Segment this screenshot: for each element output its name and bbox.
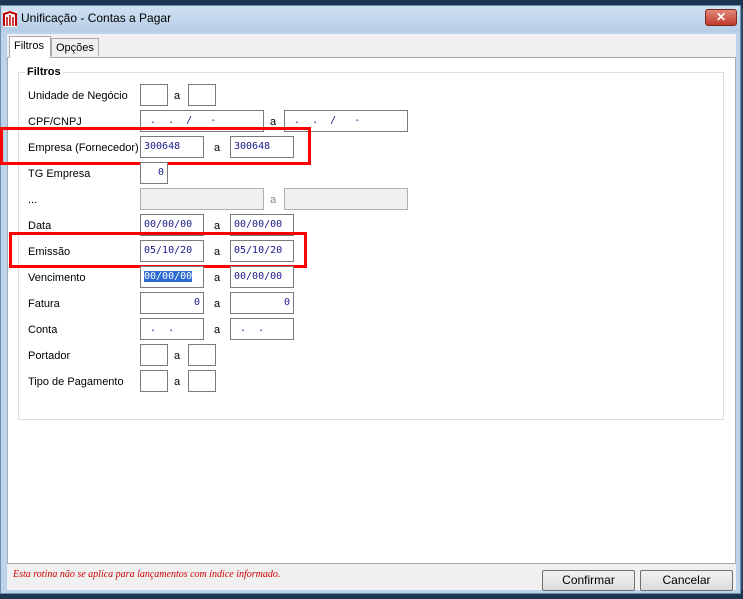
fatura-from-input[interactable]: 0 (140, 292, 204, 314)
title-bar[interactable]: Unificação - Contas a Pagar ✕ (1, 6, 740, 32)
tipo-pagamento-label: Tipo de Pagamento (28, 376, 124, 388)
generic-filter-from-input (140, 188, 264, 210)
conta-label: Conta (28, 324, 58, 336)
vencimento-from-input[interactable]: 00/00/00 (140, 266, 204, 288)
range-separator: a (214, 324, 221, 336)
conta-from-input[interactable]: . . (140, 318, 204, 340)
fatura-label: Fatura (28, 298, 60, 310)
portador-label: Portador (28, 350, 71, 362)
generic-filter-to-input (284, 188, 408, 210)
portador-from-input[interactable] (140, 344, 168, 366)
range-separator: a (270, 194, 277, 206)
range-separator: a (174, 350, 181, 362)
tipo-pagamento-from-input[interactable] (140, 370, 168, 392)
fatura-to-input[interactable]: 0 (230, 292, 294, 314)
vencimento-to-input[interactable]: 00/00/00 (230, 266, 294, 288)
tab-opcoes[interactable]: Opções (51, 38, 99, 56)
unidade-negocio-from-input[interactable] (140, 84, 168, 106)
annotation-highlight-emissao (9, 232, 307, 268)
range-separator: a (174, 376, 181, 388)
tg-empresa-input[interactable]: 0 (140, 162, 168, 184)
conta-to-input[interactable]: . . (230, 318, 294, 340)
confirm-button-label: Confirmar (562, 573, 615, 587)
window-title: Unificação - Contas a Pagar (21, 11, 172, 25)
range-separator: a (214, 220, 221, 232)
generic-filter-label: ... (28, 194, 38, 206)
portador-to-input[interactable] (188, 344, 216, 366)
tab-filtros-label: Filtros (14, 40, 44, 52)
filters-group-title: Filtros (25, 66, 63, 78)
cancel-button[interactable]: Cancelar (640, 570, 733, 591)
dialog-window: Unificação - Contas a Pagar ✕ Filtros Op… (0, 5, 741, 594)
app-icon (3, 11, 17, 27)
data-label: Data (28, 220, 52, 232)
annotation-highlight-empresa (0, 127, 311, 165)
cancel-button-label: Cancelar (662, 573, 711, 587)
tab-panel-filtros: Filtros Unidade de Negócio a CPF/CNPJ . … (0, 57, 736, 564)
vencimento-label: Vencimento (28, 272, 86, 284)
footer-note: Esta rotina não se aplica para lançament… (13, 569, 281, 580)
tipo-pagamento-to-input[interactable] (188, 370, 216, 392)
tg-empresa-label: TG Empresa (28, 168, 91, 180)
tab-opcoes-label: Opções (56, 42, 94, 54)
vencimento-from-selected-text: 00/00/00 (144, 271, 193, 282)
tab-filtros[interactable]: Filtros (9, 36, 51, 58)
confirm-button[interactable]: Confirmar (542, 570, 635, 591)
unidade-negocio-label: Unidade de Negócio (28, 90, 128, 102)
close-icon: ✕ (715, 10, 727, 24)
range-separator: a (214, 298, 221, 310)
dialog-client-area: Filtros Opções Filtros Unidade de Negóci… (0, 34, 736, 591)
close-button[interactable]: ✕ (705, 9, 737, 26)
range-separator: a (174, 90, 181, 102)
range-separator: a (214, 272, 221, 284)
unidade-negocio-to-input[interactable] (188, 84, 216, 106)
